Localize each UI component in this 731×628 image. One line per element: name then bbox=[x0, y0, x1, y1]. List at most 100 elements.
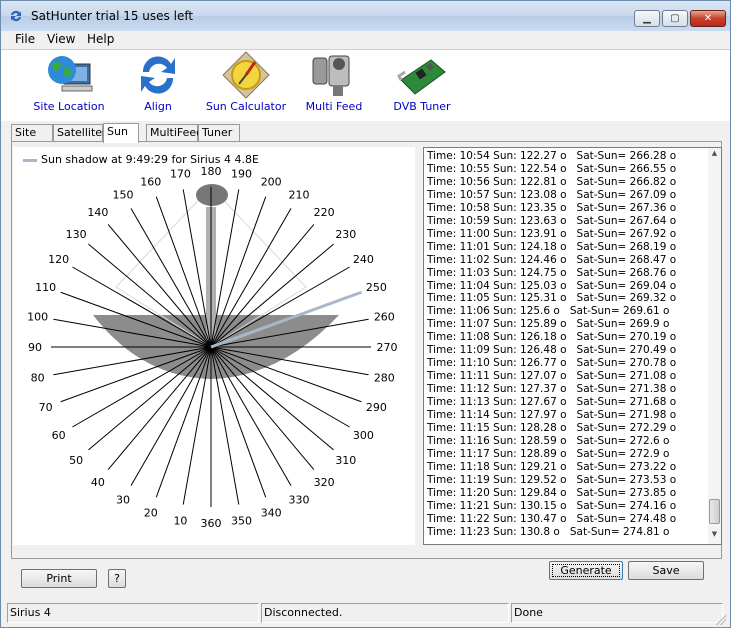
list-row[interactable]: Time: 11:04 Sun: 125.03 o Sat-Sun= 269.0… bbox=[427, 280, 676, 292]
tab-site[interactable]: Site bbox=[11, 124, 53, 142]
angle-label: 70 bbox=[39, 401, 53, 414]
align-button[interactable]: Align bbox=[133, 50, 183, 120]
list-row[interactable]: Time: 11:20 Sun: 129.84 o Sat-Sun= 273.8… bbox=[427, 487, 676, 499]
sun-shadow-marker bbox=[196, 184, 228, 206]
angle-label: 200 bbox=[261, 176, 282, 189]
angle-label: 160 bbox=[140, 176, 161, 189]
toolbar: Site Location Align Sun Calculator Multi… bbox=[1, 49, 730, 121]
list-row[interactable]: Time: 11:10 Sun: 126.77 o Sat-Sun= 270.7… bbox=[427, 357, 676, 369]
multi-feed-button[interactable]: Multi Feed bbox=[306, 50, 362, 120]
status-state: Done bbox=[511, 603, 723, 623]
angle-label: 360 bbox=[201, 517, 222, 530]
angle-label: 240 bbox=[353, 253, 374, 266]
list-row[interactable]: Time: 11:11 Sun: 127.07 o Sat-Sun= 271.0… bbox=[427, 370, 676, 382]
angle-label: 140 bbox=[87, 206, 108, 219]
tab-sun[interactable]: Sun bbox=[103, 123, 139, 143]
angle-label: 110 bbox=[35, 281, 56, 294]
angle-label: 280 bbox=[374, 372, 395, 385]
angle-label: 80 bbox=[31, 372, 45, 385]
list-row[interactable]: Time: 11:13 Sun: 127.67 o Sat-Sun= 271.6… bbox=[427, 396, 676, 408]
angle-label: 130 bbox=[66, 228, 87, 241]
list-row[interactable]: Time: 11:23 Sun: 130.8 o Sat-Sun= 274.81… bbox=[427, 526, 669, 538]
list-row[interactable]: Time: 11:01 Sun: 124.18 o Sat-Sun= 268.1… bbox=[427, 241, 676, 253]
list-row[interactable]: Time: 11:09 Sun: 126.48 o Sat-Sun= 270.4… bbox=[427, 344, 676, 356]
list-row[interactable]: Time: 11:03 Sun: 124.75 o Sat-Sun= 268.7… bbox=[427, 267, 676, 279]
app-window: SatHunter trial 15 uses left ▁ ▢ ✕ File … bbox=[0, 0, 731, 628]
list-row[interactable]: Time: 10:56 Sun: 122.81 o Sat-Sun= 266.8… bbox=[427, 176, 676, 188]
angle-label: 270 bbox=[377, 341, 398, 354]
list-row[interactable]: Time: 11:14 Sun: 127.97 o Sat-Sun= 271.9… bbox=[427, 409, 676, 421]
angle-label: 310 bbox=[335, 454, 356, 467]
angle-label: 40 bbox=[91, 476, 105, 489]
sun-compass-icon bbox=[222, 51, 270, 99]
app-icon bbox=[11, 10, 21, 22]
list-row[interactable]: Time: 10:59 Sun: 123.63 o Sat-Sun= 267.6… bbox=[427, 215, 676, 227]
list-row[interactable]: Time: 10:58 Sun: 123.35 o Sat-Sun= 267.3… bbox=[427, 202, 676, 214]
list-row[interactable]: Time: 11:22 Sun: 130.47 o Sat-Sun= 274.4… bbox=[427, 513, 676, 525]
sun-time-list[interactable]: Time: 10:54 Sun: 122.27 o Sat-Sun= 266.2… bbox=[423, 147, 722, 545]
minimize-button[interactable]: ▁ bbox=[634, 10, 660, 27]
resize-grip-icon[interactable] bbox=[716, 615, 726, 625]
angle-label: 260 bbox=[374, 310, 395, 323]
list-row[interactable]: Time: 10:55 Sun: 122.54 o Sat-Sun= 266.5… bbox=[427, 163, 676, 175]
site-location-button[interactable]: Site Location bbox=[33, 50, 105, 120]
angle-label: 170 bbox=[170, 168, 191, 181]
status-connection: Disconnected. bbox=[261, 603, 509, 623]
sun-calculator-label: Sun Calculator bbox=[205, 100, 287, 113]
vertical-scrollbar[interactable]: ▲ ▼ bbox=[708, 148, 721, 544]
list-row[interactable]: Time: 11:05 Sun: 125.31 o Sat-Sun= 269.3… bbox=[427, 292, 676, 304]
list-row[interactable]: Time: 11:15 Sun: 128.28 o Sat-Sun= 272.2… bbox=[427, 422, 676, 434]
angle-label: 190 bbox=[231, 168, 252, 181]
menu-help[interactable]: Help bbox=[87, 32, 114, 46]
list-row[interactable]: Time: 11:00 Sun: 123.91 o Sat-Sun= 267.9… bbox=[427, 228, 676, 240]
list-row[interactable]: Time: 11:12 Sun: 127.37 o Sat-Sun= 271.3… bbox=[427, 383, 676, 395]
list-row[interactable]: Time: 11:07 Sun: 125.89 o Sat-Sun= 269.9… bbox=[427, 318, 669, 330]
angle-label: 230 bbox=[335, 228, 356, 241]
angle-label: 340 bbox=[261, 506, 282, 519]
list-row[interactable]: Time: 11:08 Sun: 126.18 o Sat-Sun= 270.1… bbox=[427, 331, 676, 343]
list-row[interactable]: Time: 11:16 Sun: 128.59 o Sat-Sun= 272.6… bbox=[427, 435, 669, 447]
legend-swatch bbox=[23, 158, 37, 162]
menu-file[interactable]: File bbox=[15, 32, 35, 46]
list-row[interactable]: Time: 11:21 Sun: 130.15 o Sat-Sun= 274.1… bbox=[427, 500, 676, 512]
tab-satellites[interactable]: Satellites bbox=[53, 124, 108, 142]
help-button[interactable]: ? bbox=[108, 569, 126, 588]
window-title: SatHunter trial 15 uses left bbox=[31, 9, 194, 23]
angle-label: 20 bbox=[144, 506, 158, 519]
list-row[interactable]: Time: 10:57 Sun: 123.08 o Sat-Sun= 267.0… bbox=[427, 189, 676, 201]
sun-shadow-chart: 360 10 20 30 40 50 60 70 80 90 100 110 120 130 140 150 1… bbox=[13, 147, 415, 545]
scroll-thumb[interactable] bbox=[709, 499, 720, 524]
list-row[interactable]: Time: 11:02 Sun: 124.46 o Sat-Sun= 268.4… bbox=[427, 254, 676, 266]
list-row[interactable]: Time: 11:19 Sun: 129.52 o Sat-Sun= 273.5… bbox=[427, 474, 676, 486]
tab-multifeed[interactable]: MultiFeed bbox=[146, 124, 203, 142]
menu-bar: File View Help bbox=[1, 31, 730, 49]
lnb-icon bbox=[312, 55, 350, 96]
maximize-button[interactable]: ▢ bbox=[662, 10, 688, 27]
angle-label: 150 bbox=[113, 189, 134, 202]
print-button[interactable]: Print bbox=[21, 569, 97, 588]
sun-calculator-button[interactable]: Sun Calculator bbox=[206, 50, 286, 120]
generate-button[interactable]: Generate bbox=[549, 561, 623, 580]
scroll-up-icon[interactable]: ▲ bbox=[709, 149, 720, 161]
align-label: Align bbox=[144, 100, 172, 113]
angle-label: 180 bbox=[201, 165, 222, 178]
menu-view[interactable]: View bbox=[47, 32, 75, 46]
save-button[interactable]: Save bbox=[628, 561, 704, 580]
align-arrows-icon bbox=[141, 56, 175, 94]
chart-legend: Sun shadow at 9:49:29 for Sirius 4 4.8E bbox=[23, 153, 259, 166]
angle-label: 350 bbox=[231, 514, 252, 527]
title-bar[interactable]: SatHunter trial 15 uses left ▁ ▢ ✕ bbox=[1, 1, 730, 31]
list-row[interactable]: Time: 11:17 Sun: 128.89 o Sat-Sun= 272.9… bbox=[427, 448, 669, 460]
dvb-tuner-label: DVB Tuner bbox=[393, 100, 451, 113]
tuner-card-icon bbox=[397, 59, 446, 95]
dvb-tuner-button[interactable]: DVB Tuner bbox=[393, 50, 451, 120]
angle-label: 210 bbox=[289, 189, 310, 202]
list-row[interactable]: Time: 11:18 Sun: 129.21 o Sat-Sun= 273.2… bbox=[427, 461, 676, 473]
tab-tuner[interactable]: Tuner bbox=[198, 124, 240, 142]
list-row[interactable]: Time: 11:06 Sun: 125.6 o Sat-Sun= 269.61… bbox=[427, 305, 669, 317]
list-row[interactable]: Time: 10:54 Sun: 122.27 o Sat-Sun= 266.2… bbox=[427, 150, 676, 162]
multi-feed-label: Multi Feed bbox=[305, 100, 363, 113]
angle-label: 330 bbox=[289, 493, 310, 506]
scroll-down-icon[interactable]: ▼ bbox=[709, 530, 720, 542]
close-button[interactable]: ✕ bbox=[690, 10, 726, 27]
